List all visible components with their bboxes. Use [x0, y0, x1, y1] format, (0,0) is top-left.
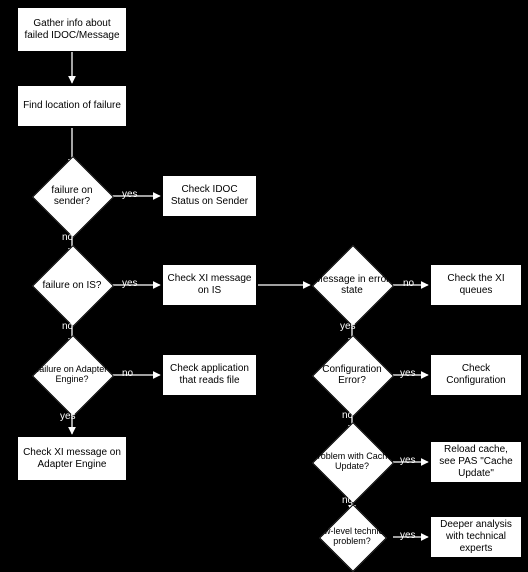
label-cache-yes: yes — [400, 455, 416, 466]
diamond-cache-upd — [312, 422, 394, 504]
label-conf-err-no: no — [342, 410, 353, 421]
box-gather-label: Gather info about failed IDOC/Message — [22, 18, 122, 42]
box-check-app-label: Check application that reads file — [167, 363, 252, 387]
diamond-conf-err — [312, 335, 394, 417]
box-check-xi-ae: Check XI message on Adapter Engine — [17, 436, 127, 481]
box-gather: Gather info about failed IDOC/Message — [17, 7, 127, 52]
box-check-app: Check application that reads file — [162, 354, 257, 396]
label-msg-err-yes: yes — [340, 321, 356, 332]
diamond-msg-err — [312, 245, 394, 327]
box-findloc: Find location of failure — [17, 85, 127, 127]
label-lowlevel-yes: yes — [400, 530, 416, 541]
diamond-fail-ae — [32, 335, 114, 417]
box-check-config: Check Configuration — [430, 354, 522, 396]
box-check-idoc: Check IDOC Status on Sender — [162, 175, 257, 217]
box-check-idoc-label: Check IDOC Status on Sender — [167, 184, 252, 208]
label-cache-no: no — [342, 495, 353, 506]
label-fail-ae-yes: yes — [60, 411, 76, 422]
box-check-xi-queues-label: Check the XI queues — [435, 273, 517, 297]
label-fail-sender-yes: yes — [122, 189, 138, 200]
diamond-fail-sender — [32, 156, 114, 238]
box-reload-cache: Reload cache, see PAS "Cache Update" — [430, 441, 522, 483]
box-check-xi-ae-label: Check XI message on Adapter Engine — [22, 447, 122, 471]
label-fail-is-yes: yes — [122, 278, 138, 289]
box-check-xi-is-label: Check XI message on IS — [167, 273, 252, 297]
box-check-config-label: Check Configuration — [435, 363, 517, 387]
box-reload-cache-label: Reload cache, see PAS "Cache Update" — [435, 444, 517, 480]
label-msg-err-no: no — [403, 278, 414, 289]
box-check-xi-queues: Check the XI queues — [430, 264, 522, 306]
label-fail-ae-no: no — [122, 368, 133, 379]
label-fail-sender-no: no — [62, 232, 73, 243]
box-findloc-label: Find location of failure — [23, 100, 121, 112]
diamond-fail-is — [32, 245, 114, 327]
flowchart-canvas: Gather info about failed IDOC/Message Fi… — [0, 0, 528, 571]
diamond-lowlevel — [319, 504, 387, 572]
box-check-xi-is: Check XI message on IS — [162, 264, 257, 306]
label-conf-err-yes: yes — [400, 368, 416, 379]
label-fail-is-no: no — [62, 321, 73, 332]
box-deeper: Deeper analysis with technical experts — [430, 516, 522, 558]
box-deeper-label: Deeper analysis with technical experts — [435, 519, 517, 555]
